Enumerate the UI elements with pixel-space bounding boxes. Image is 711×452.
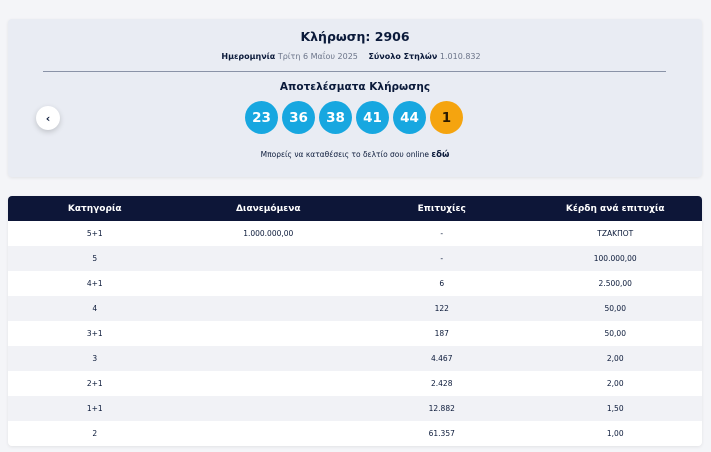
- cell-winners: 61.357: [428, 429, 455, 438]
- number-ball: 23: [245, 101, 278, 134]
- cell-distributed: [182, 421, 356, 446]
- cell-winners: 2.428: [431, 379, 453, 388]
- number-ball: 36: [282, 101, 315, 134]
- date-label: Ημερομηνία: [221, 52, 276, 61]
- cell-winners: 187: [434, 329, 449, 338]
- cell-prize: 100.000,00: [593, 254, 637, 263]
- cell-distributed: [182, 396, 356, 421]
- cell-category: 4+1: [86, 279, 103, 288]
- previous-draw-button[interactable]: ‹: [36, 106, 60, 130]
- table-row: 2 61.357 1,00: [8, 421, 702, 446]
- cell-distributed: [182, 346, 356, 371]
- cell-category: 1+1: [86, 404, 103, 413]
- cell-prize: 2,00: [606, 379, 624, 388]
- cell-distributed: [182, 296, 356, 321]
- header-distributed: Διανεμόμενα: [235, 203, 301, 214]
- cell-category: 3: [92, 354, 98, 363]
- cell-winners: -: [440, 254, 444, 263]
- cell-category: 2: [92, 429, 98, 438]
- online-link[interactable]: εδώ: [431, 150, 449, 160]
- table-row: 3 4.467 2,00: [8, 346, 702, 371]
- date-value: Τρίτη 6 Μαΐου 2025: [277, 52, 358, 61]
- table-row: 5+1 1.000.000,00 - ΤΖΑΚΠΟΤ: [8, 221, 702, 246]
- number-ball: 38: [319, 101, 352, 134]
- cell-distributed: [182, 321, 356, 346]
- chevron-left-icon: ‹: [45, 111, 51, 125]
- table-row: 4 122 50,00: [8, 296, 702, 321]
- cell-prize: 50,00: [604, 329, 626, 338]
- draw-meta: Ημερομηνία Τρίτη 6 Μαΐου 2025 Σύνολο Στη…: [8, 52, 702, 61]
- cell-prize: 1,00: [606, 429, 624, 438]
- cell-prize: 2,00: [606, 354, 624, 363]
- cell-category: 5: [92, 254, 98, 263]
- divider: [43, 71, 666, 72]
- cell-winners: -: [440, 229, 444, 238]
- cell-distributed: [182, 246, 356, 271]
- online-text: Μπορείς να καταθέσεις το δελτίο σου onli…: [260, 150, 429, 159]
- cell-prize: 2.500,00: [598, 279, 632, 288]
- cell-category: 3+1: [86, 329, 103, 338]
- cell-distributed: [182, 371, 356, 396]
- draw-info-card: Κλήρωση: 2906 Ημερομηνία Τρίτη 6 Μαΐου 2…: [8, 19, 702, 177]
- draw-title: Κλήρωση: 2906: [300, 29, 410, 44]
- cell-winners: 122: [434, 304, 449, 313]
- header-category: Κατηγορία: [67, 203, 122, 214]
- bonus-ball: 1: [430, 101, 463, 134]
- cell-winners: 4.467: [431, 354, 453, 363]
- number-ball: 41: [356, 101, 389, 134]
- cell-prize: ΤΖΑΚΠΟΤ: [597, 229, 634, 238]
- table-row: 3+1 187 50,00: [8, 321, 702, 346]
- cell-winners: 6: [439, 279, 445, 288]
- winning-numbers: 23 36 38 41 44 1: [245, 101, 463, 134]
- cell-category: 5+1: [86, 229, 103, 238]
- number-ball: 44: [393, 101, 426, 134]
- cell-distributed: [182, 271, 356, 296]
- cell-category: 4: [92, 304, 98, 313]
- columns-label: Σύνολο Στηλών: [368, 52, 438, 61]
- header-winners: Επιτυχίες: [417, 203, 466, 214]
- cell-winners: 12.882: [428, 404, 455, 413]
- cell-prize: 1,50: [606, 404, 624, 413]
- table-row: 1+1 12.882 1,50: [8, 396, 702, 421]
- table-row: 2+1 2.428 2,00: [8, 371, 702, 396]
- table-row: 4+1 6 2.500,00: [8, 271, 702, 296]
- table-row: 5 - 100.000,00: [8, 246, 702, 271]
- prize-table: Κατηγορία Διανεμόμενα Επιτυχίες Κέρδη αν…: [8, 196, 702, 446]
- table-header-row: Κατηγορία Διανεμόμενα Επιτυχίες Κέρδη αν…: [8, 196, 702, 221]
- online-prompt: Μπορείς να καταθέσεις το δελτίο σου onli…: [8, 150, 702, 160]
- header-prize: Κέρδη ανά επιτυχία: [565, 203, 665, 214]
- cell-distributed: 1.000.000,00: [243, 229, 294, 238]
- columns-value: 1.010.832: [439, 52, 481, 61]
- cell-prize: 50,00: [604, 304, 626, 313]
- cell-category: 2+1: [86, 379, 103, 388]
- results-title: Αποτελέσματα Κλήρωσης: [279, 81, 431, 93]
